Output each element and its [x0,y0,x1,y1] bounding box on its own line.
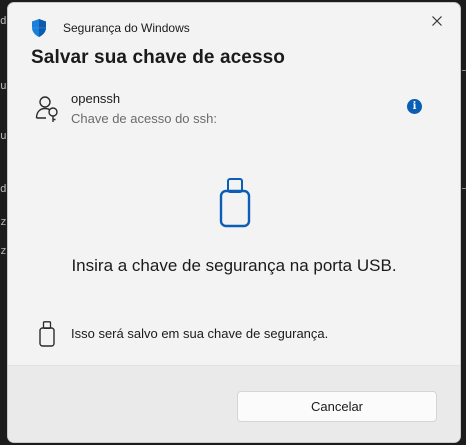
windows-security-shield-icon [31,19,47,37]
app-title: Segurança do Windows [63,21,190,35]
cancel-button[interactable]: Cancelar [237,391,437,422]
account-subtitle: Chave de acesso do ssh: [71,111,217,126]
info-icon[interactable]: i [407,99,422,114]
instruction-text: Insira a chave de segurança na porta USB… [71,256,397,275]
close-button[interactable] [422,9,452,35]
bg-divider [462,188,466,189]
close-icon [432,13,442,31]
usb-key-icon [219,178,251,228]
dialog-footer: Cancelar [8,365,460,442]
bg-terminal-char: u [0,129,7,142]
bg-terminal-char: d [0,14,7,27]
bg-terminal-char: z [0,215,7,228]
user-key-icon [35,95,61,123]
bg-terminal-char: z [0,244,7,257]
usb-key-icon-small [39,321,55,347]
passkey-dialog: Segurança do Windows Salvar sua chave de… [7,2,461,443]
account-name: openssh [71,91,121,106]
title-bar: Segurança do Windows [8,3,460,43]
dialog-heading: Salvar sua chave de acesso [31,47,285,68]
bg-terminal-char: u [0,79,7,92]
bg-terminal-char: d [0,182,7,195]
bg-divider [462,70,466,71]
save-note: Isso será salvo em sua chave de seguranç… [71,326,329,341]
